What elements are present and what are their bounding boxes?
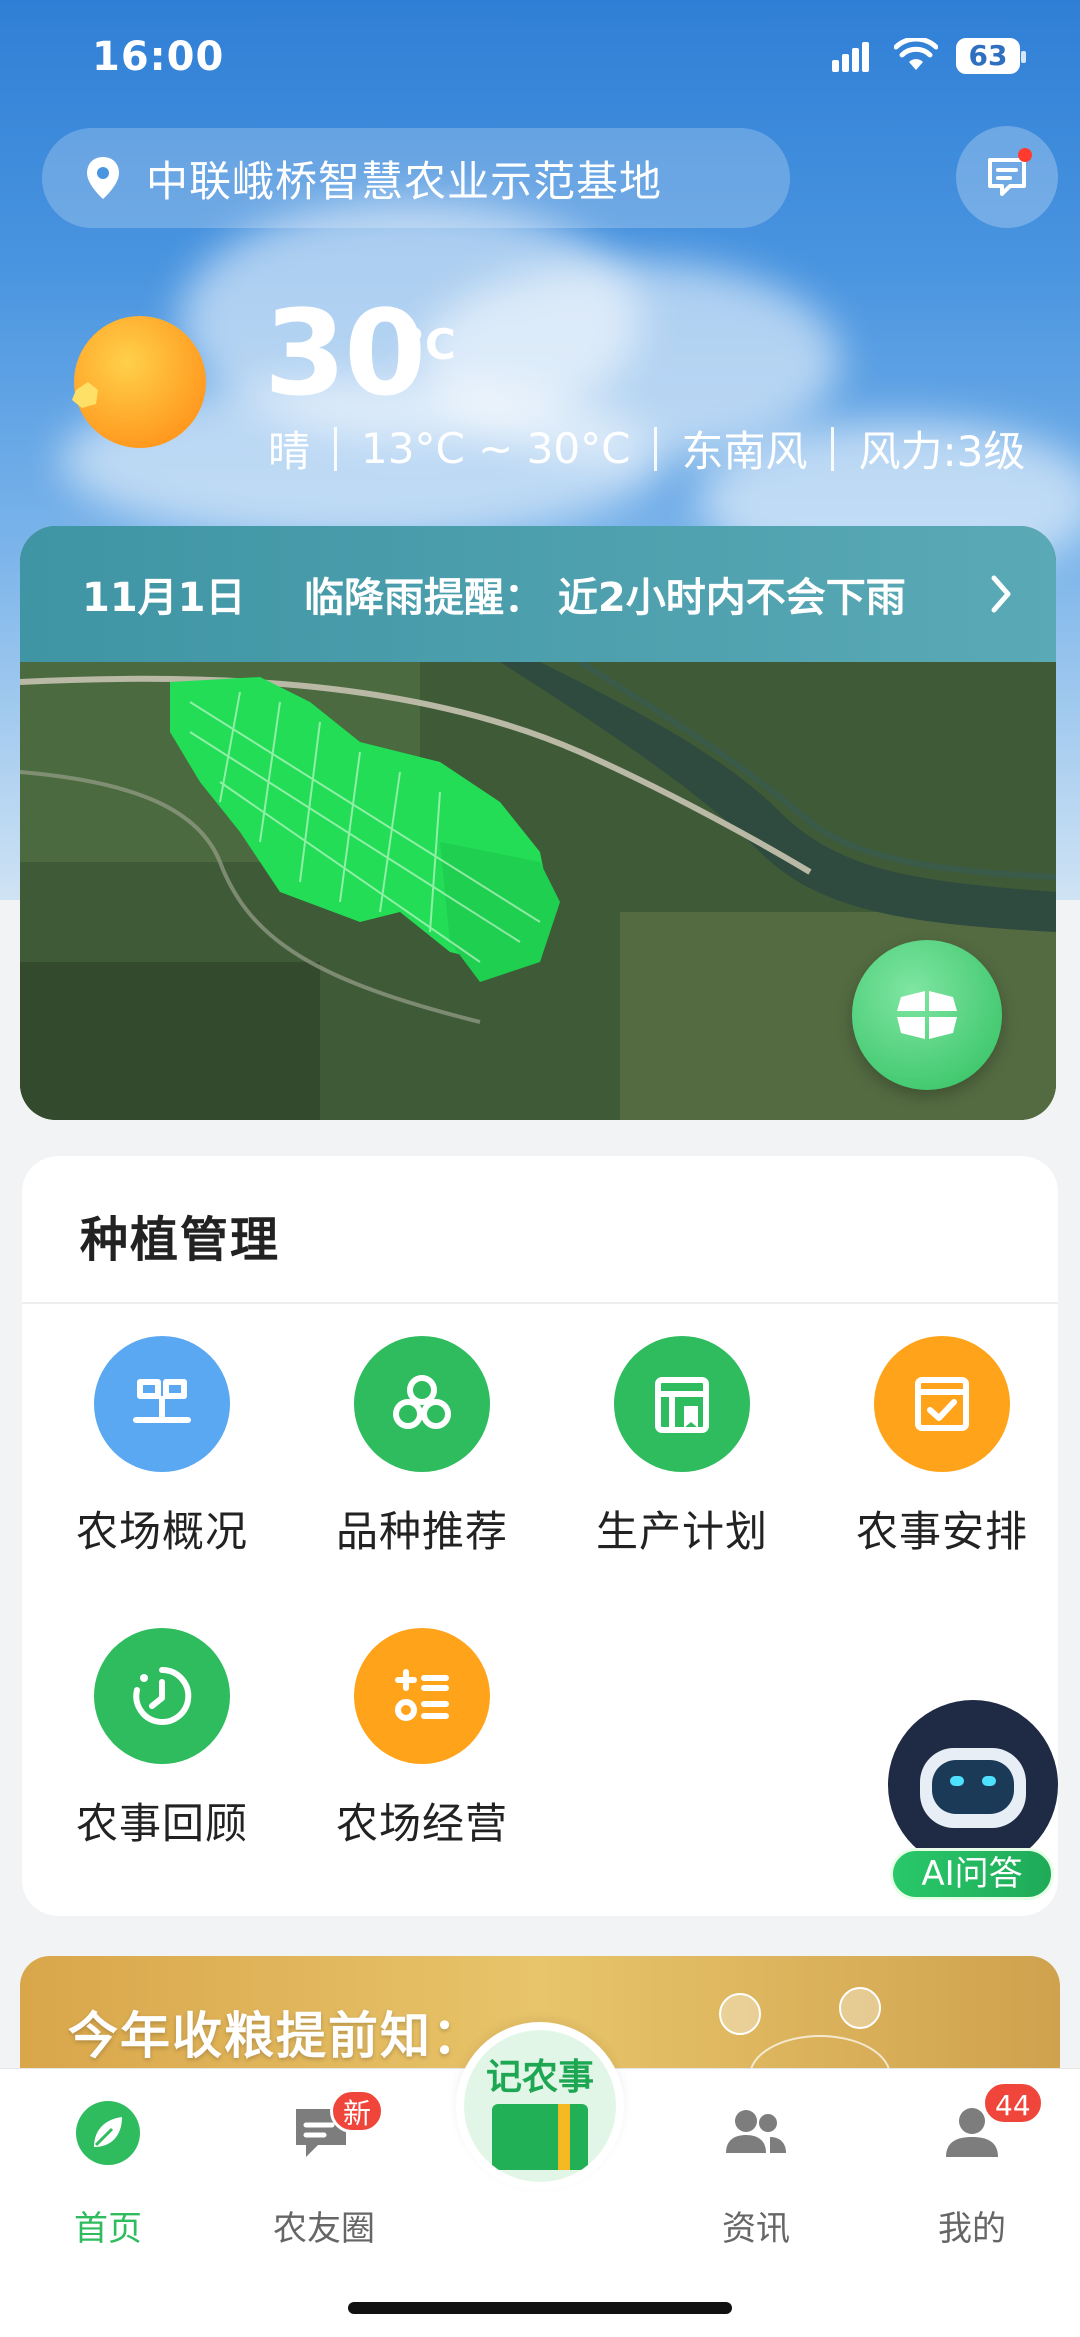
temperature-range: 13°C ~ 30°C xyxy=(361,424,631,473)
people-icon xyxy=(726,2110,786,2153)
tab-home[interactable]: 首页 xyxy=(18,2089,198,2249)
grid-item-farm-schedule[interactable]: 农事安排 xyxy=(812,1336,1072,1596)
grid-item-label: 农场概况 xyxy=(75,1507,248,1556)
tab-label: 农友圈 xyxy=(273,2209,375,2249)
divider xyxy=(334,426,338,471)
farm-review-icon xyxy=(94,1628,230,1764)
grid-item-label: 农场经营 xyxy=(335,1799,508,1848)
tab-community[interactable]: 新 农友圈 xyxy=(234,2089,414,2249)
location-name: 中联峨桥智慧农业示范基地 xyxy=(146,156,663,206)
message-button[interactable] xyxy=(956,126,1058,228)
tab-profile[interactable]: 44 我的 xyxy=(882,2081,1062,2249)
ai-label: AI问答 xyxy=(890,1848,1054,1900)
alert-text: 临降雨提醒： 近2小时内不会下雨 xyxy=(304,575,906,621)
ai-assistant-button[interactable]: AI问答 xyxy=(884,1700,1060,1900)
grid-item-label: 农事安排 xyxy=(855,1507,1028,1556)
notebook-icon: 记农事 xyxy=(464,2030,616,2182)
wifi-icon xyxy=(894,38,938,70)
production-plan-icon xyxy=(614,1336,750,1472)
current-temperature: 30 xyxy=(264,284,426,422)
location-pin-icon xyxy=(87,157,119,199)
grid-item-label: 农事回顾 xyxy=(75,1799,248,1848)
layers-icon xyxy=(897,991,957,1039)
wind-level: 风力:3级 xyxy=(858,427,1026,476)
grid-item-label: 品种推荐 xyxy=(335,1507,508,1556)
farm-operation-icon xyxy=(354,1628,490,1764)
signal-icon xyxy=(832,40,876,72)
home-leaf-icon xyxy=(76,2101,140,2165)
sunny-icon xyxy=(72,316,206,448)
wind-direction: 东南风 xyxy=(681,427,808,476)
battery-level: 63 xyxy=(968,39,1008,72)
farm-overview-icon xyxy=(94,1336,230,1472)
home-indicator xyxy=(348,2302,732,2314)
alert-date: 11月1日 xyxy=(82,575,246,621)
grid-item-farm-overview[interactable]: 农场概况 xyxy=(32,1336,292,1596)
section-title: 种植管理 xyxy=(80,1212,281,1268)
farm-schedule-icon xyxy=(874,1336,1010,1472)
robot-icon xyxy=(888,1700,1058,1870)
record-farm-label: 记农事 xyxy=(485,2057,594,2098)
tab-label: 资讯 xyxy=(722,2209,790,2249)
message-unread-dot xyxy=(1018,148,1032,162)
grid-item-label: 生产计划 xyxy=(595,1507,768,1556)
temperature-unit: °C xyxy=(404,320,456,369)
location-selector[interactable]: 中联峨桥智慧农业示范基地 xyxy=(42,128,790,228)
tab-label: 我的 xyxy=(938,2209,1006,2249)
weather-condition: 晴 xyxy=(268,427,311,476)
grid-item-production-plan[interactable]: 生产计划 xyxy=(552,1336,812,1596)
grid-item-variety-recommend[interactable]: 品种推荐 xyxy=(292,1336,552,1596)
variety-recommend-icon xyxy=(354,1336,490,1472)
chevron-right-icon xyxy=(991,575,1011,613)
status-time: 16:00 xyxy=(92,34,225,80)
harvest-decoration-icon xyxy=(719,1987,891,2076)
weather-details: 晴 13°C ~ 30°C 东南风 风力:3级 xyxy=(268,418,1025,479)
tab-label: 首页 xyxy=(74,2209,142,2249)
record-farm-button[interactable]: 记农事 xyxy=(456,2022,624,2190)
tab-news[interactable]: 资讯 xyxy=(666,2089,846,2249)
new-badge: 新 xyxy=(330,2089,385,2133)
divider xyxy=(654,426,658,471)
divider xyxy=(831,426,835,471)
divider xyxy=(22,1302,1058,1304)
map-layers-button[interactable] xyxy=(852,940,1002,1090)
grid-item-farm-review[interactable]: 农事回顾 xyxy=(32,1628,292,1888)
grid-item-farm-operation[interactable]: 农场经营 xyxy=(292,1628,552,1888)
notification-count-badge: 44 xyxy=(982,2081,1044,2125)
status-bar: 16:00 63 xyxy=(0,0,1080,120)
battery-indicator: 63 xyxy=(956,38,1026,74)
rain-alert-banner[interactable]: 11月1日 临降雨提醒： 近2小时内不会下雨 xyxy=(20,526,1056,662)
harvest-title: 今年收粮提前知： xyxy=(68,2007,484,2065)
